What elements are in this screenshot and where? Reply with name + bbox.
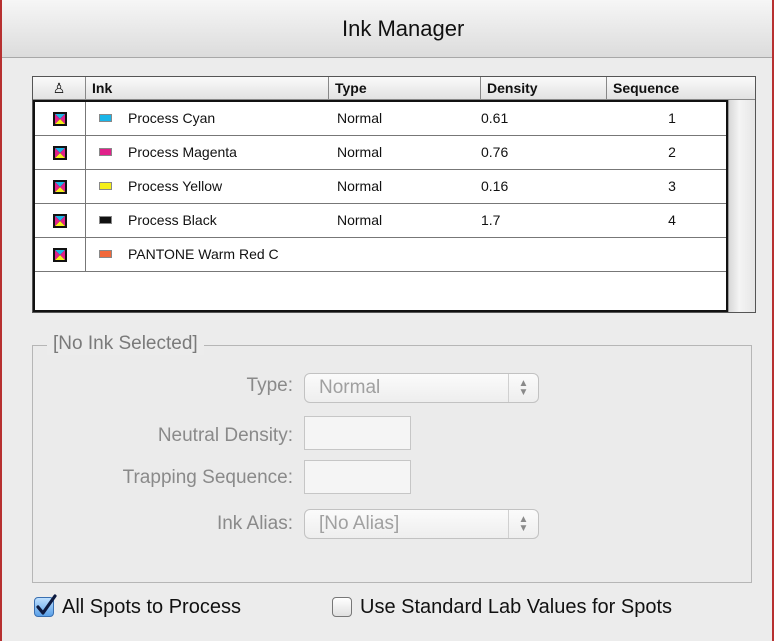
window-title: Ink Manager [342, 16, 465, 41]
type-select-value: Normal [319, 377, 381, 398]
all-spots-to-process-option[interactable]: All Spots to Process [34, 592, 241, 622]
ink-sequence [635, 238, 709, 271]
ink-alias-select[interactable]: [No Alias] ▲ ▼ [304, 509, 539, 539]
column-header-density[interactable]: Density [481, 77, 607, 99]
ink-manager-window: Ink Manager ♙ Ink Type Density Sequence … [0, 0, 774, 641]
column-header-sequence[interactable]: Sequence [607, 77, 755, 99]
column-header-ink[interactable]: Ink [86, 77, 329, 99]
type-select[interactable]: Normal ▲ ▼ [304, 373, 539, 403]
ink-name: PANTONE Warm Red C [128, 246, 279, 262]
ink-details-group: [No Ink Selected] Type: Normal ▲ ▼ Neutra… [32, 333, 752, 583]
ink-swatch [99, 216, 112, 224]
checkmark-icon [36, 594, 57, 615]
stepper-arrows-icon: ▲ ▼ [508, 510, 538, 538]
neutral-density-label: Neutral Density: [157, 425, 293, 446]
ink-alias-select-value: [No Alias] [319, 513, 400, 534]
ink-table: ♙ Ink Type Density Sequence Process Cyan… [32, 76, 756, 313]
title-bar[interactable]: Ink Manager [2, 0, 772, 58]
table-row[interactable]: PANTONE Warm Red C [35, 238, 726, 272]
print-toggle[interactable] [35, 102, 86, 135]
all-spots-to-process-checkbox[interactable] [34, 594, 57, 617]
stepper-arrows-icon: ▲ ▼ [508, 374, 538, 402]
group-title: [No Ink Selected] [47, 333, 204, 355]
type-label: Type: [246, 375, 293, 396]
ink-sequence: 1 [668, 110, 676, 126]
print-toggle[interactable] [35, 136, 86, 169]
print-toggle[interactable] [35, 170, 86, 203]
print-toggle[interactable] [35, 204, 86, 237]
ink-type: Normal [337, 110, 383, 126]
ink-swatch [99, 182, 112, 190]
table-row[interactable]: Process Magenta Normal 0.76 2 [35, 136, 726, 170]
ink-type: Normal [337, 212, 383, 228]
scrollbar[interactable] [728, 100, 755, 312]
ink-density: 0.16 [481, 178, 509, 194]
ink-sequence: 2 [668, 144, 676, 160]
print-toggle[interactable] [35, 238, 86, 271]
trapping-sequence-field[interactable] [304, 460, 411, 494]
table-row[interactable]: Process Yellow Normal 0.16 3 [35, 170, 726, 204]
all-spots-to-process-label: All Spots to Process [62, 595, 241, 618]
ink-sequence: 4 [668, 212, 676, 228]
ink-swatch [99, 250, 112, 258]
process-ink-icon [53, 179, 67, 194]
process-ink-icon [53, 145, 67, 160]
process-ink-icon [53, 111, 67, 126]
ink-density: 0.61 [481, 110, 509, 126]
standard-lab-values-checkbox[interactable] [332, 597, 352, 617]
ink-swatch [99, 114, 112, 122]
table-header: ♙ Ink Type Density Sequence [33, 77, 755, 100]
ink-swatch [99, 148, 112, 156]
ink-name: Process Black [128, 212, 217, 228]
ink-alias-label: Ink Alias: [216, 513, 293, 534]
ink-name: Process Yellow [128, 178, 223, 194]
trapping-sequence-label: Trapping Sequence: [122, 467, 293, 488]
standard-lab-values-option[interactable]: Use Standard Lab Values for Spots [332, 592, 672, 622]
ink-sequence: 3 [668, 178, 676, 194]
ink-list[interactable]: Process Cyan Normal 0.61 1 Process Magenta No… [33, 100, 728, 312]
standard-lab-values-label: Use Standard Lab Values for Spots [360, 595, 673, 618]
ink-density: 1.7 [481, 212, 501, 228]
ink-name: Process Magenta [128, 144, 237, 160]
table-row[interactable]: Process Cyan Normal 0.61 1 [35, 102, 726, 136]
table-row[interactable]: Process Black Normal 1.7 4 [35, 204, 726, 238]
ink-type: Normal [337, 144, 383, 160]
process-ink-icon [53, 247, 67, 262]
column-header-print-icon[interactable]: ♙ [33, 77, 86, 99]
ink-type: Normal [337, 178, 383, 194]
process-ink-icon [53, 213, 67, 228]
column-header-type[interactable]: Type [329, 77, 481, 99]
ink-name: Process Cyan [128, 110, 216, 126]
neutral-density-field[interactable] [304, 416, 411, 450]
ink-density: 0.76 [481, 144, 509, 160]
